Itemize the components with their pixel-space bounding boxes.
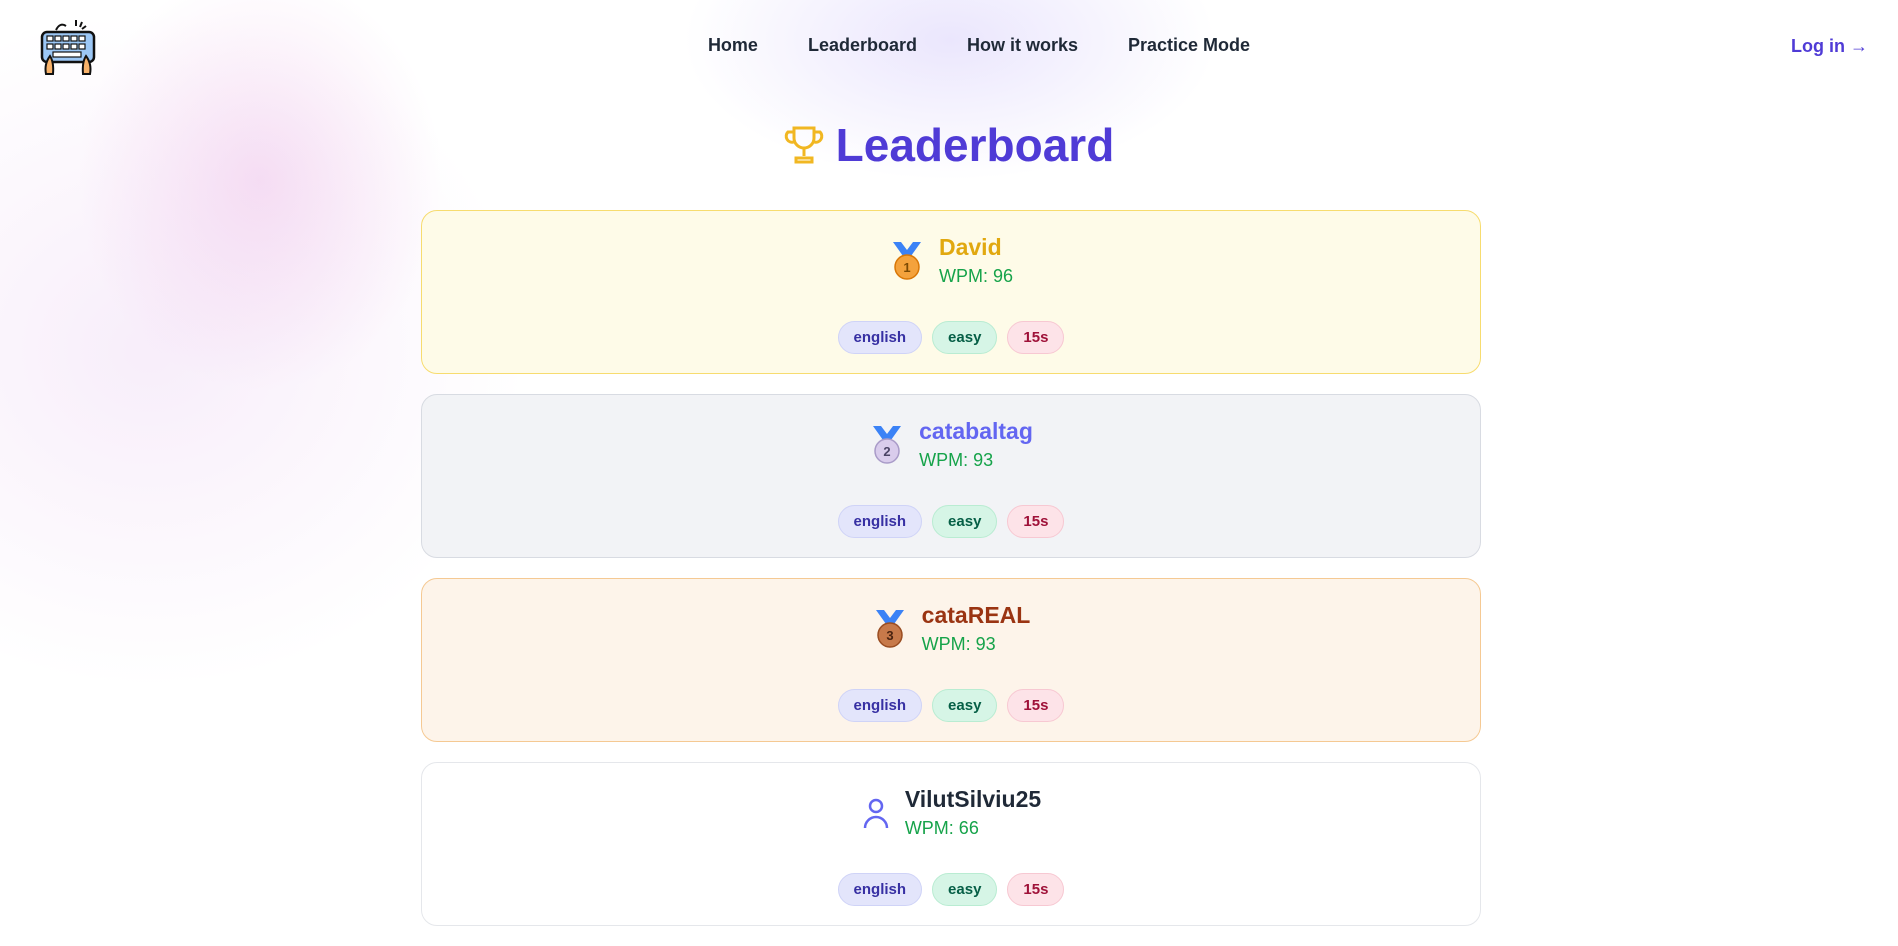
entry-header: 1 David WPM: 96: [422, 233, 1480, 289]
entry-tags: english easy 15s: [422, 873, 1480, 906]
entry-info: catabaltag WPM: 93: [919, 417, 1033, 473]
trophy-icon: [784, 126, 823, 164]
player-name: catabaltag: [919, 418, 1033, 444]
entry-header: VilutSilviu25 WPM: 66: [422, 785, 1480, 841]
entry-tags: english easy 15s: [422, 689, 1480, 722]
leaderboard-entry-3: 3 cataREAL WPM: 93 english easy 15s: [421, 578, 1481, 742]
duration-tag: 15s: [1007, 321, 1065, 354]
duration-tag: 15s: [1007, 689, 1065, 722]
nav-home-link[interactable]: Home: [708, 35, 758, 56]
difficulty-tag: easy: [932, 873, 998, 906]
bronze-medal-icon: 3: [875, 610, 904, 648]
language-tag: english: [837, 321, 923, 354]
gold-medal-icon: 1: [892, 242, 921, 280]
entry-info: David WPM: 96: [939, 233, 1013, 289]
page-title-row: Leaderboard: [0, 118, 1898, 172]
language-tag: english: [837, 689, 923, 722]
difficulty-tag: easy: [932, 689, 998, 722]
leaderboard-entry-4: VilutSilviu25 WPM: 66 english easy 15s: [421, 762, 1481, 926]
leaderboard-list: 1 David WPM: 96 english easy 15s 2 catab…: [421, 210, 1481, 946]
medal-rank: 1: [903, 260, 910, 275]
player-name: cataREAL: [921, 602, 1031, 628]
duration-tag: 15s: [1007, 873, 1065, 906]
player-name: VilutSilviu25: [904, 786, 1042, 812]
leaderboard-entry-2: 2 catabaltag WPM: 93 english easy 15s: [421, 394, 1481, 558]
nav-how-it-works-link[interactable]: How it works: [967, 35, 1078, 56]
entry-header: 3 cataREAL WPM: 93: [422, 601, 1480, 657]
player-wpm: WPM: 66: [904, 818, 979, 838]
medal-rank: 3: [886, 628, 893, 643]
entry-header: 2 catabaltag WPM: 93: [422, 417, 1480, 473]
player-name: David: [938, 234, 1002, 260]
entry-tags: english easy 15s: [422, 505, 1480, 538]
page-title: Leaderboard: [835, 119, 1115, 171]
leaderboard-entry-1: 1 David WPM: 96 english easy 15s: [421, 210, 1481, 374]
difficulty-tag: easy: [932, 505, 998, 538]
silver-medal-icon: 2: [873, 426, 902, 464]
nav-practice-mode-link[interactable]: Practice Mode: [1128, 35, 1250, 56]
duration-tag: 15s: [1007, 505, 1065, 538]
nav-leaderboard-link[interactable]: Leaderboard: [808, 35, 917, 56]
top-nav-bar: Home Leaderboard How it works Practice M…: [0, 0, 1898, 94]
language-tag: english: [837, 505, 923, 538]
entry-tags: english easy 15s: [422, 321, 1480, 354]
main-nav: Home Leaderboard How it works Practice M…: [60, 35, 1898, 56]
difficulty-tag: easy: [932, 321, 998, 354]
player-wpm: WPM: 96: [938, 266, 1013, 286]
login-link[interactable]: Log in →: [1791, 36, 1868, 57]
medal-rank: 2: [883, 444, 890, 459]
language-tag: english: [837, 873, 923, 906]
player-wpm: WPM: 93: [921, 634, 996, 654]
entry-info: VilutSilviu25 WPM: 66: [905, 785, 1041, 841]
player-wpm: WPM: 93: [919, 450, 994, 470]
entry-info: cataREAL WPM: 93: [922, 601, 1031, 657]
user-icon: [863, 798, 889, 829]
